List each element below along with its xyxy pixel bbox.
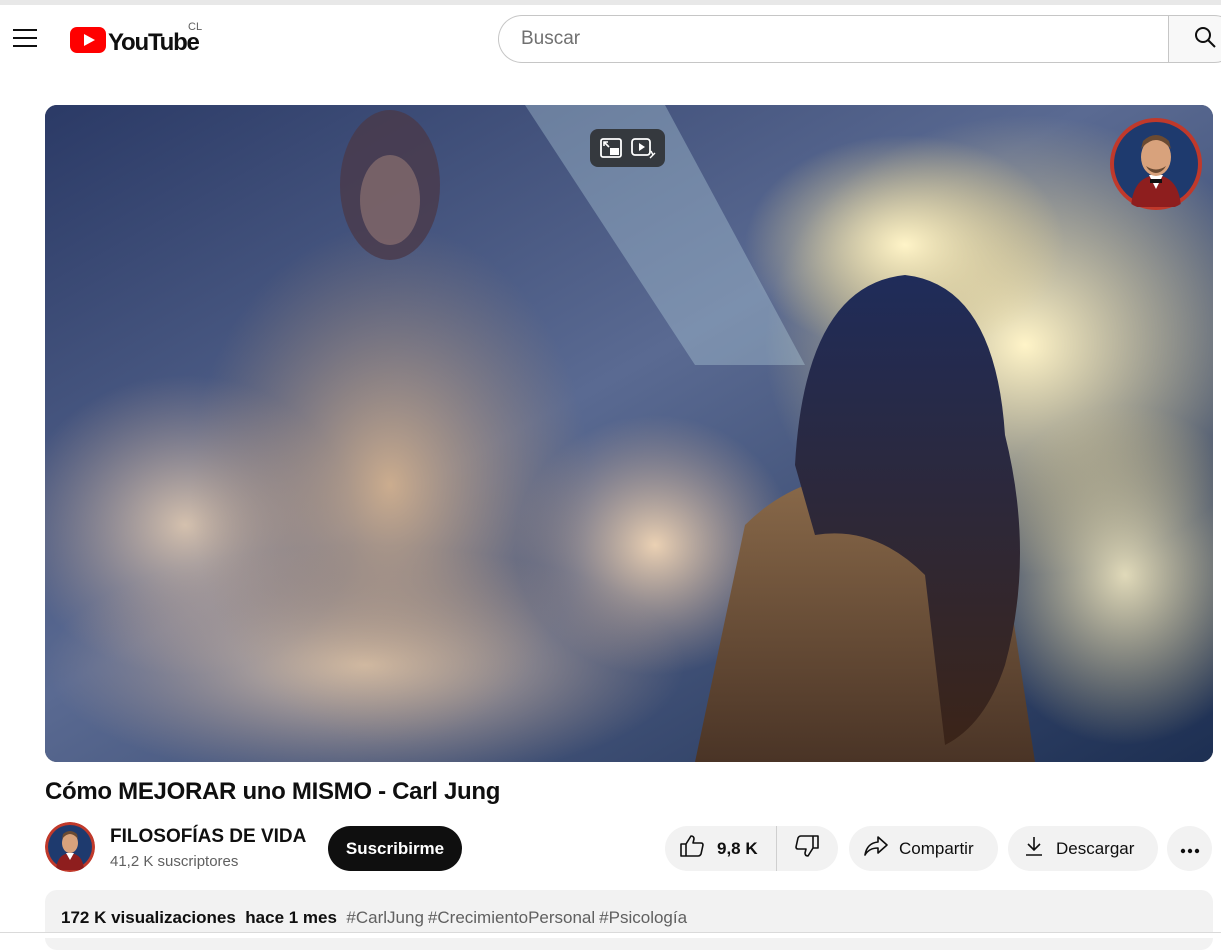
share-button[interactable]: Compartir [849,826,998,871]
player-overlay-controls [590,129,665,167]
hashtag-link[interactable]: #CrecimientoPersonal [428,908,595,927]
description-meta: 172 K visualizaciones hace 1 mes #CarlJu… [61,908,691,928]
download-button[interactable]: Descargar [1008,826,1158,871]
view-count: 172 K visualizaciones [61,908,236,927]
country-code: CL [188,21,203,33]
youtube-logo[interactable]: YouTube [70,27,200,58]
thumbs-up-icon [679,834,705,863]
menu-icon [13,28,37,52]
search-box [498,15,1168,63]
like-count: 9,8 K [717,838,758,858]
channel-avatar[interactable] [45,822,95,872]
autoplay-preview-icon[interactable] [630,136,656,160]
youtube-logo-icon [70,27,106,58]
miniplayer-icon[interactable] [599,137,623,159]
logo-text: YouTube [108,28,200,56]
video-player[interactable] [45,105,1213,762]
subscriber-count: 41,2 K suscriptores [110,853,239,870]
search-icon [1193,25,1217,54]
menu-button[interactable] [6,21,44,59]
masthead: YouTube CL [0,5,1221,75]
video-title: Cómo MEJORAR uno MISMO - Carl Jung [45,778,501,805]
share-label: Compartir [899,838,974,858]
search-input[interactable] [519,27,1168,51]
search-button[interactable] [1168,15,1221,63]
description-box[interactable]: 172 K visualizaciones hace 1 mes #CarlJu… [45,890,1213,950]
like-dislike-group: 9,8 K [665,826,838,871]
like-button[interactable]: 9,8 K [665,826,777,871]
more-actions-button[interactable] [1167,826,1212,871]
thumbs-down-icon [794,834,820,863]
share-icon [863,835,889,862]
hashtag-link[interactable]: #CarlJung [346,908,424,927]
more-icon [1180,839,1200,859]
channel-watermark[interactable] [1109,117,1203,211]
dislike-button[interactable] [777,826,837,871]
download-icon [1022,834,1046,863]
subscribe-button[interactable]: Suscribirme [328,826,462,871]
channel-name[interactable]: FILOSOFÍAS DE VIDA [110,826,306,848]
upload-date: hace 1 mes [245,908,337,927]
bottom-divider [0,932,1221,938]
hashtag-link[interactable]: #Psicología [599,908,687,927]
video-thumbnail-art [45,105,1213,762]
download-label: Descargar [1056,838,1135,858]
